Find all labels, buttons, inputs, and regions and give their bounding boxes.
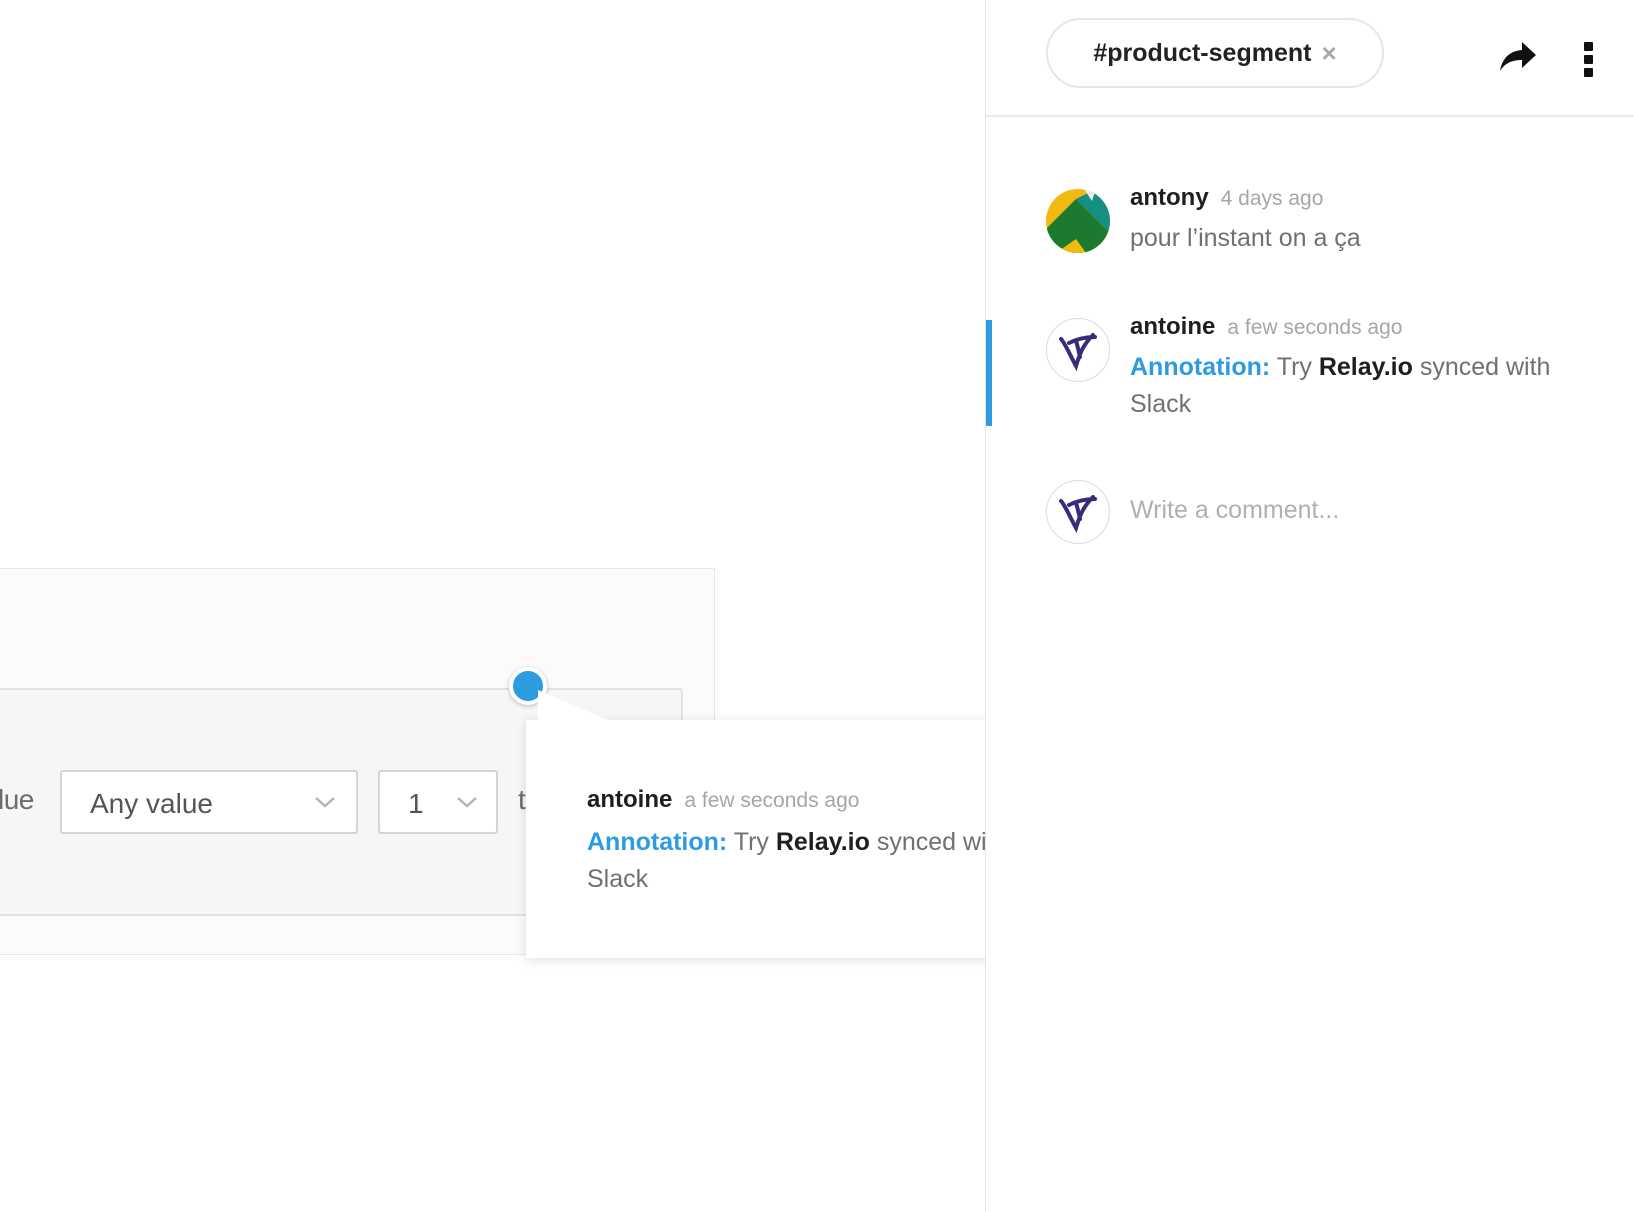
share-arrow-icon[interactable] [1498, 40, 1538, 74]
count-select-value: 1 [408, 788, 424, 819]
count-select[interactable]: 1 [378, 770, 498, 834]
channel-tag-label: #product-segment [1093, 38, 1312, 67]
comment-time: 4 days ago [1220, 187, 1324, 210]
popover-text: Annotation: Try Relay.io synced with Sla… [587, 824, 985, 898]
annotation-label: Annotation: [587, 828, 728, 856]
comment-meta: antony 4 days ago [1130, 184, 1323, 212]
comment-input[interactable] [1130, 490, 1570, 530]
popover-author: antoine [587, 786, 673, 813]
close-icon[interactable]: × [1321, 38, 1336, 69]
any-value-select-value: Any value [90, 788, 213, 819]
app-canvas: lue Any value 1 t antoine a few seconds a… [0, 0, 985, 1212]
any-value-select[interactable]: Any value [60, 770, 358, 834]
comments-sidebar: #product-segment × antony 4 days ago pour… [985, 0, 1634, 1212]
comment-author: antony [1130, 184, 1209, 211]
comment-meta: antoine a few seconds ago [1130, 313, 1402, 341]
avatar-image [1059, 333, 1097, 372]
popover-time: a few seconds ago [684, 789, 860, 812]
avatar [1046, 189, 1110, 253]
chevron-down-icon [315, 797, 335, 808]
comment-text: Annotation: Try Relay.io synced with Sla… [1130, 349, 1570, 423]
comment-text: pour l’instant on a ça [1130, 224, 1361, 252]
avatar [1046, 318, 1110, 382]
current-user-avatar [1046, 480, 1110, 544]
popover-pointer [538, 690, 608, 720]
comment-author: antoine [1130, 313, 1216, 340]
comment-text-part: Try [1270, 353, 1319, 381]
avatar-image [1059, 495, 1097, 534]
filter-row-label: lue [0, 784, 34, 815]
popover-link-text: Relay.io [775, 828, 870, 856]
sidebar-header: #product-segment × [986, 0, 1634, 117]
popover-text-part: Try [727, 828, 776, 856]
chevron-down-icon [457, 797, 477, 808]
popover-meta: antoine a few seconds ago [587, 786, 859, 814]
avatar-image [1046, 189, 1110, 253]
channel-tag-pill[interactable]: #product-segment × [1046, 18, 1384, 88]
more-vertical-icon[interactable] [1584, 42, 1596, 78]
filter-row-trailing-text: t [518, 784, 526, 815]
annotation-label: Annotation: [1130, 353, 1271, 381]
annotation-popover: antoine a few seconds ago Annotation: Try… [526, 720, 985, 958]
comment-time: a few seconds ago [1227, 316, 1403, 339]
comment-link-text: Relay.io [1318, 353, 1413, 381]
active-comment-indicator [986, 320, 992, 426]
